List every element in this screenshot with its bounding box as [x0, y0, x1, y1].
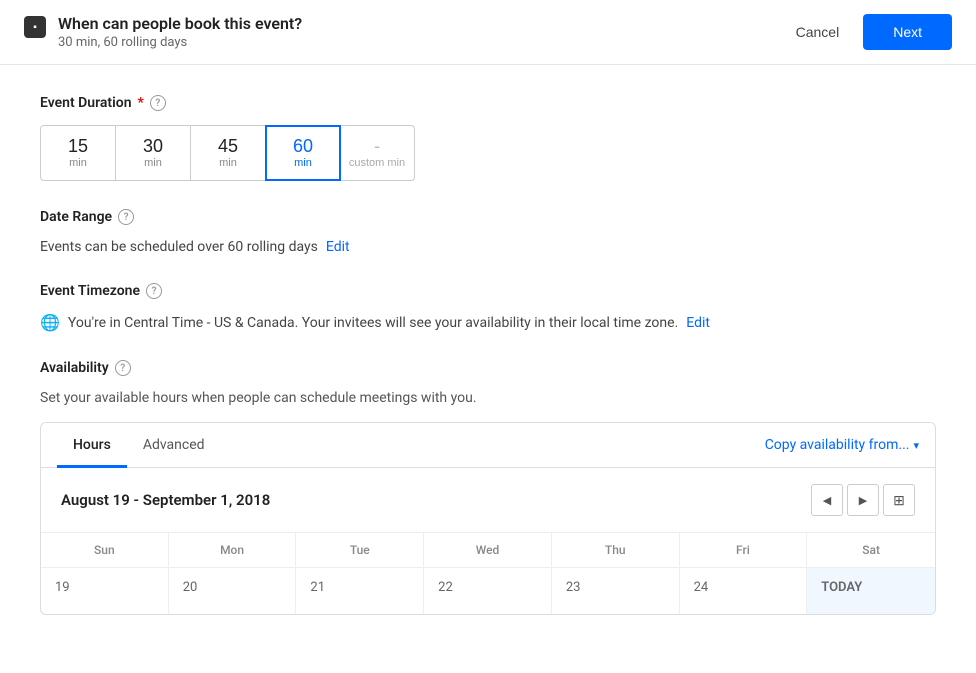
copy-availability-label: Copy availability from...: [765, 437, 910, 453]
cancel-button[interactable]: Cancel: [784, 16, 852, 48]
event-timezone-label: Event Timezone ?: [40, 283, 936, 299]
day-header-tue: Tue: [296, 533, 424, 567]
day-header-sat: Sat: [807, 533, 935, 567]
duration-btn-30[interactable]: 30 min: [115, 125, 191, 181]
duration-custom-value: -: [374, 137, 380, 157]
duration-45-value: 45: [218, 137, 238, 157]
day-header-thu: Thu: [552, 533, 680, 567]
event-duration-label: Event Duration * ?: [40, 95, 936, 111]
date-cell-today[interactable]: TODAY: [807, 568, 935, 614]
availability-tabs-card: Hours Advanced Copy availability from...…: [40, 422, 936, 615]
today-label: TODAY: [821, 580, 862, 595]
header-title-block: When can people book this event? 30 min,…: [58, 14, 302, 50]
tab-hours-label: Hours: [73, 437, 111, 453]
date-cell-21[interactable]: 21: [296, 568, 424, 614]
date-cell-24[interactable]: 24: [680, 568, 808, 614]
event-timezone-section: Event Timezone ? 🌐 You're in Central Tim…: [40, 283, 936, 332]
calendar-next-button[interactable]: ▶: [847, 484, 879, 516]
date-range-description: Events can be scheduled over 60 rolling …: [40, 239, 318, 255]
globe-icon: 🌐: [40, 313, 60, 332]
availability-description: Set your available hours when people can…: [40, 390, 936, 406]
calendar-grid: Sun Mon Tue Wed Thu Fri Sat 19 20 21 22 …: [41, 533, 935, 614]
tab-advanced-label: Advanced: [143, 437, 205, 453]
main-content: Event Duration * ? 15 min 30 min 45 min …: [0, 65, 976, 673]
date-cell-23[interactable]: 23: [552, 568, 680, 614]
date-range-edit-link[interactable]: Edit: [326, 239, 350, 255]
timezone-info: 🌐 You're in Central Time - US & Canada. …: [40, 313, 936, 332]
day-header-fri: Fri: [680, 533, 808, 567]
availability-section: Availability ? Set your available hours …: [40, 360, 936, 615]
page-subtitle: 30 min, 60 rolling days: [58, 35, 302, 50]
tabs-header: Hours Advanced Copy availability from...…: [41, 423, 935, 468]
duration-btn-60[interactable]: 60 min: [265, 125, 341, 181]
duration-btn-45[interactable]: 45 min: [190, 125, 266, 181]
page-header: When can people book this event? 30 min,…: [0, 0, 976, 65]
timezone-description: You're in Central Time - US & Canada. Yo…: [68, 315, 678, 331]
copy-availability-button[interactable]: Copy availability from... ▾: [765, 423, 919, 467]
required-indicator: *: [138, 95, 144, 111]
duration-30-unit: min: [144, 157, 162, 169]
date-cell-20[interactable]: 20: [169, 568, 297, 614]
duration-buttons-group: 15 min 30 min 45 min 60 min - custom min: [40, 125, 936, 181]
header-actions: Cancel Next: [784, 14, 952, 50]
duration-30-value: 30: [143, 137, 163, 157]
date-range-help-icon[interactable]: ?: [118, 209, 134, 225]
duration-15-value: 15: [68, 137, 88, 157]
calendar-days-header: Sun Mon Tue Wed Thu Fri Sat: [41, 533, 935, 568]
day-header-sun: Sun: [41, 533, 169, 567]
day-header-wed: Wed: [424, 533, 552, 567]
timezone-edit-link[interactable]: Edit: [686, 315, 710, 331]
duration-btn-15[interactable]: 15 min: [40, 125, 116, 181]
calendar-navigation: ◀ ▶ ⊞: [811, 484, 915, 516]
day-header-mon: Mon: [169, 533, 297, 567]
date-range-text: Date Range: [40, 209, 112, 225]
header-left: When can people book this event? 30 min,…: [24, 14, 302, 50]
event-duration-text: Event Duration: [40, 95, 132, 111]
date-cell-19[interactable]: 19: [41, 568, 169, 614]
availability-text: Availability: [40, 360, 109, 376]
date-range-section: Date Range ? Events can be scheduled ove…: [40, 209, 936, 255]
duration-45-unit: min: [219, 157, 237, 169]
tab-advanced[interactable]: Advanced: [127, 423, 221, 468]
duration-60-value: 60: [293, 137, 313, 157]
event-timezone-text: Event Timezone: [40, 283, 140, 299]
calendar-header: August 19 - September 1, 2018 ◀ ▶ ⊞: [41, 468, 935, 533]
duration-btn-custom[interactable]: - custom min: [339, 125, 415, 181]
date-cell-22[interactable]: 22: [424, 568, 552, 614]
calendar-title: August 19 - September 1, 2018: [61, 491, 270, 509]
next-button[interactable]: Next: [863, 14, 952, 50]
availability-label: Availability ?: [40, 360, 936, 376]
calendar-grid-button[interactable]: ⊞: [883, 484, 915, 516]
availability-help-icon[interactable]: ?: [115, 360, 131, 376]
duration-custom-unit: custom min: [349, 157, 405, 169]
duration-15-unit: min: [69, 157, 87, 169]
duration-60-unit: min: [294, 157, 312, 169]
page-title: When can people book this event?: [58, 14, 302, 33]
tab-hours[interactable]: Hours: [57, 423, 127, 468]
event-duration-help-icon[interactable]: ?: [150, 95, 166, 111]
chevron-down-icon: ▾: [913, 439, 919, 452]
event-icon: [24, 16, 46, 38]
date-range-info: Events can be scheduled over 60 rolling …: [40, 239, 936, 255]
date-range-label: Date Range ?: [40, 209, 936, 225]
calendar-prev-button[interactable]: ◀: [811, 484, 843, 516]
calendar-dates-row: 19 20 21 22 23 24 TODAY: [41, 568, 935, 614]
event-duration-section: Event Duration * ? 15 min 30 min 45 min …: [40, 95, 936, 181]
event-timezone-help-icon[interactable]: ?: [146, 283, 162, 299]
